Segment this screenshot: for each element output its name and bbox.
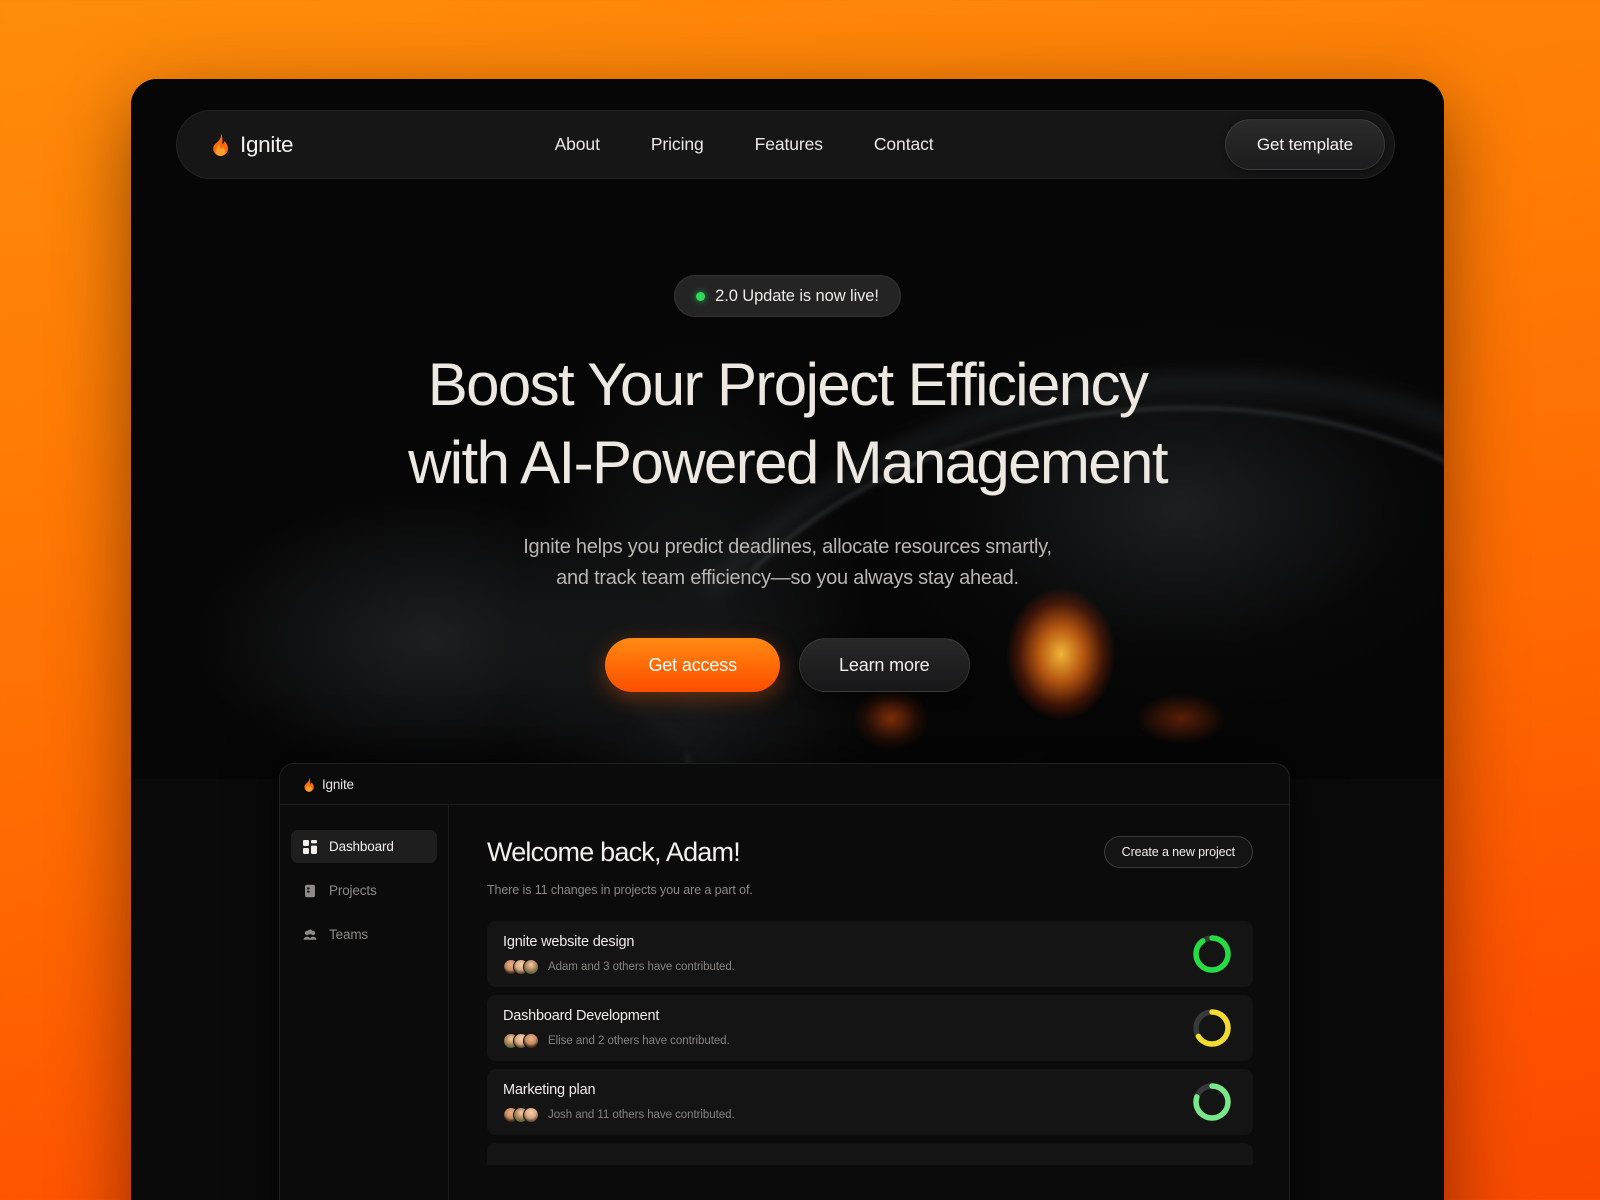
headline-line-2: with AI-Powered Management bbox=[408, 429, 1168, 496]
project-card[interactable]: Dashboard Development Elise and 2 others… bbox=[487, 995, 1253, 1061]
sidebar-item-label: Projects bbox=[329, 883, 377, 898]
people-icon bbox=[303, 929, 317, 940]
sidebar-item-projects[interactable]: Projects bbox=[291, 874, 437, 907]
hero-subtitle: Ignite helps you predict deadlines, allo… bbox=[131, 532, 1444, 593]
progress-ring bbox=[1193, 1083, 1231, 1121]
project-title: Ignite website design bbox=[503, 934, 635, 950]
project-contributors: Adam and 3 others have contributed. bbox=[548, 961, 735, 973]
navbar: Ignite About Pricing Features Contact Ge… bbox=[176, 110, 1395, 179]
avatar-group bbox=[503, 1107, 539, 1123]
update-badge[interactable]: 2.0 Update is now live! bbox=[674, 275, 901, 317]
hero-subtitle-line-2: and track team efficiency—so you always … bbox=[556, 566, 1019, 589]
avatar bbox=[523, 1033, 539, 1049]
get-template-button[interactable]: Get template bbox=[1224, 119, 1385, 170]
progress-ring bbox=[1193, 1009, 1231, 1047]
create-new-project-button[interactable]: Create a new project bbox=[1103, 836, 1253, 868]
sidebar-item-teams[interactable]: Teams bbox=[291, 918, 437, 951]
dashboard-header: Welcome back, Adam! Create a new project bbox=[487, 836, 1253, 868]
sidebar-item-dashboard[interactable]: Dashboard bbox=[291, 830, 437, 863]
project-meta: Elise and 2 others have contributed. bbox=[503, 1033, 1235, 1049]
page-title: Boost Your Project Efficiency with AI-Po… bbox=[131, 346, 1444, 502]
get-access-button[interactable]: Get access bbox=[605, 638, 780, 692]
project-title: Dashboard Development bbox=[503, 1008, 660, 1024]
nav-link-features[interactable]: Features bbox=[755, 134, 823, 155]
brand-name: Ignite bbox=[240, 131, 294, 157]
project-contributors: Josh and 11 others have contributed. bbox=[548, 1109, 735, 1121]
dashboard-titlebar: Ignite bbox=[280, 764, 1289, 805]
flame-icon bbox=[304, 776, 314, 792]
welcome-title: Welcome back, Adam! bbox=[487, 836, 741, 867]
changes-summary: There is 11 changes in projects you are … bbox=[487, 883, 753, 897]
project-card[interactable]: Marketing plan Josh and 11 others have c… bbox=[487, 1069, 1253, 1135]
hero-cta-row: Get access Learn more bbox=[131, 638, 1444, 692]
brand-logo[interactable]: Ignite bbox=[211, 131, 294, 158]
project-card-partial[interactable] bbox=[487, 1143, 1253, 1165]
folder-icon bbox=[305, 884, 315, 897]
project-meta: Adam and 3 others have contributed. bbox=[503, 959, 1235, 975]
avatar bbox=[523, 959, 539, 975]
learn-more-button[interactable]: Learn more bbox=[798, 638, 970, 692]
nav-links: About Pricing Features Contact bbox=[555, 134, 964, 155]
status-dot-icon bbox=[696, 291, 706, 301]
project-contributors: Elise and 2 others have contributed. bbox=[548, 1035, 730, 1047]
headline-line-1: Boost Your Project Efficiency bbox=[427, 351, 1149, 418]
nav-link-contact[interactable]: Contact bbox=[874, 134, 934, 155]
dashboard-brand-name: Ignite bbox=[322, 776, 354, 792]
dashboard-sidebar: Dashboard Projects Teams bbox=[280, 805, 449, 1200]
update-badge-label: 2.0 Update is now live! bbox=[715, 286, 879, 305]
sidebar-item-label: Teams bbox=[329, 927, 369, 942]
grid-icon bbox=[303, 839, 317, 854]
project-list: Ignite website design Adam and 3 others … bbox=[487, 921, 1253, 1165]
avatar bbox=[523, 1107, 539, 1123]
dashboard-body: Dashboard Projects Teams Welcome back, A… bbox=[280, 805, 1289, 1200]
progress-ring bbox=[1193, 935, 1231, 973]
nav-link-about[interactable]: About bbox=[555, 134, 600, 155]
dashboard-preview: Ignite Dashboard Projects Teams Welcome … bbox=[279, 763, 1290, 1200]
project-card[interactable]: Ignite website design Adam and 3 others … bbox=[487, 921, 1253, 987]
avatar-group bbox=[503, 1033, 539, 1049]
nav-link-pricing[interactable]: Pricing bbox=[651, 134, 704, 155]
dashboard-main: Welcome back, Adam! Create a new project… bbox=[449, 805, 1289, 1200]
flame-icon bbox=[213, 133, 228, 156]
project-meta: Josh and 11 others have contributed. bbox=[503, 1107, 1235, 1123]
sidebar-item-label: Dashboard bbox=[329, 839, 394, 854]
avatar-group bbox=[503, 959, 539, 975]
hero-subtitle-line-1: Ignite helps you predict deadlines, allo… bbox=[523, 536, 1052, 558]
app-window: Ignite About Pricing Features Contact Ge… bbox=[131, 79, 1444, 1200]
project-title: Marketing plan bbox=[503, 1082, 596, 1098]
